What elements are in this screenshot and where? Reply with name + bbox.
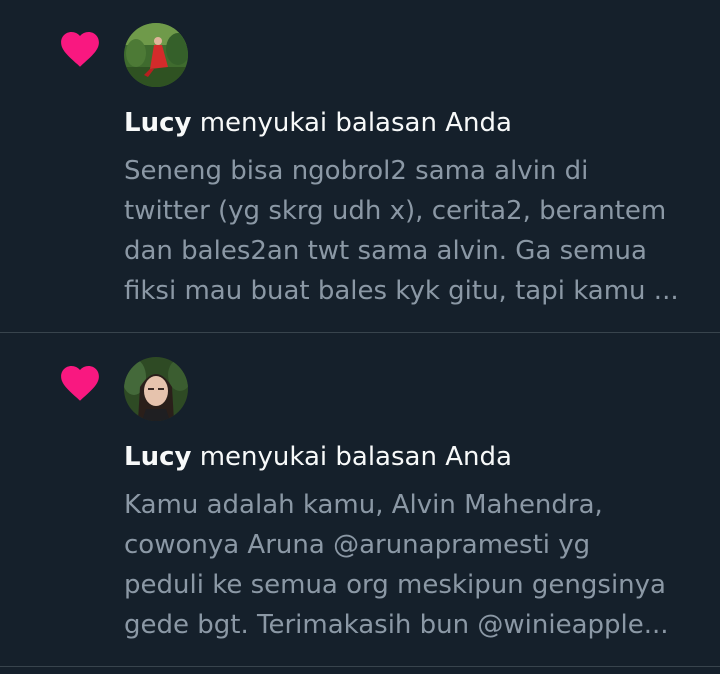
snippet-line: cowonya Aruna @arunapramesti yg [124,530,591,560]
notification-headline: Lucy menyukai balasan Anda [124,104,512,142]
notification-item[interactable]: Lucy menyukai balasan Anda Kamu adalah k… [0,334,720,667]
snippet-line: fiksi mau buat bales kyk gitu, tapi kamu… [124,276,679,306]
snippet-line: twitter (yg skrg udh x), cerita2, berant… [124,196,667,226]
snippet-line: gede bgt. Terimakasih bun @winieapple... [124,610,669,640]
snippet-line: Kamu adalah kamu, Alvin Mahendra, [124,490,603,520]
avatar[interactable] [124,23,188,87]
notification-headline: Lucy menyukai balasan Anda [124,438,512,476]
reply-snippet[interactable]: Kamu adalah kamu, Alvin Mahendra, cowony… [124,485,704,645]
heart-icon [58,28,102,68]
notification-item[interactable]: Lucy menyukai balasan Anda Seneng bisa n… [0,0,720,333]
action-text: menyukai balasan Anda [199,442,512,472]
action-text: menyukai balasan Anda [199,108,512,138]
user-name[interactable]: Lucy [124,108,191,138]
snippet-line: dan bales2an twt sama alvin. Ga semua [124,236,647,266]
snippet-line: peduli ke semua org meskipun gengsinya [124,570,666,600]
snippet-line: Seneng bisa ngobrol2 sama alvin di [124,156,589,186]
avatar[interactable] [124,357,188,421]
heart-icon [58,362,102,402]
user-name[interactable]: Lucy [124,442,191,472]
reply-snippet[interactable]: Seneng bisa ngobrol2 sama alvin di twitt… [124,151,704,311]
